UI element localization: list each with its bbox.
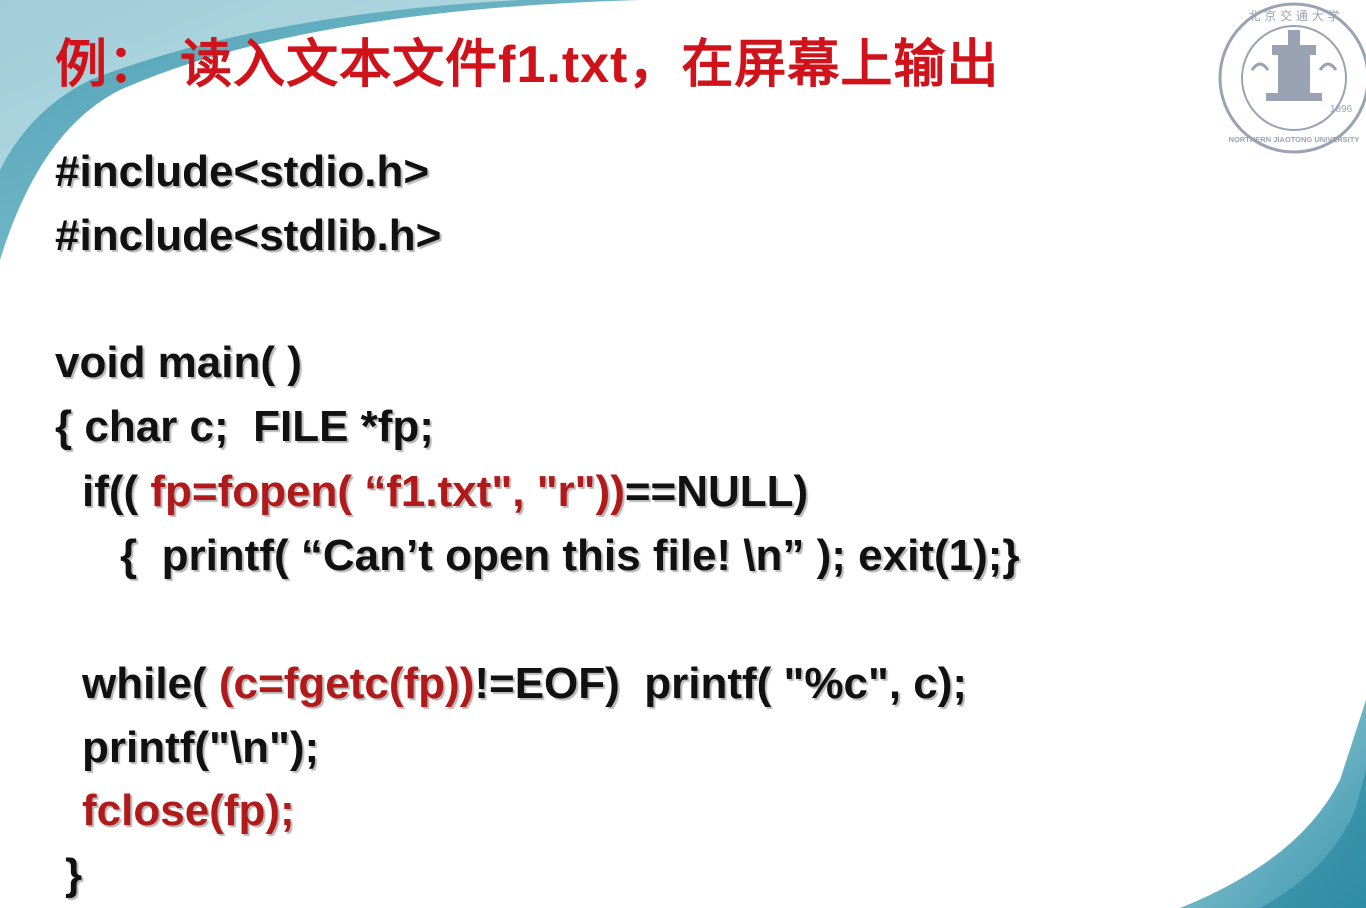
code-line-1: #include<stdio.h> (55, 147, 430, 196)
seal-text-bottom: NORTHERN JIAOTONG UNIVERSITY (1229, 135, 1360, 144)
code-while-open: while( (82, 659, 219, 708)
code-eof-printf: !=EOF) printf( "%c", c); (474, 659, 968, 708)
code-line-2: #include<stdlib.h> (55, 211, 442, 260)
code-line-10: } (65, 850, 83, 899)
slide-title: 例： 读入文本文件f1.txt，在屏幕上输出 (55, 22, 999, 97)
seal-text-top: 北 京 交 通 大 学 (1248, 8, 1339, 23)
title-main: 读入文本文件 (180, 34, 499, 95)
code-if-open: if(( (82, 467, 151, 516)
university-seal-icon: 北 京 交 通 大 学 1896 NORTHERN JIAOTONG UNIVE… (1218, 2, 1366, 154)
code-null-check: ==NULL) (624, 467, 809, 516)
code-fopen-call: fp=fopen( “f1.txt", "r")) (150, 467, 625, 516)
title-suffix: ，在屏幕上输出 (628, 34, 1000, 95)
code-line-7: while( (c=fgetc(fp))!=EOF) printf( "%c",… (82, 662, 967, 706)
code-line-9: fclose(fp); (82, 786, 295, 835)
title-filename: f1.txt (498, 36, 629, 94)
title-prefix: 例： (55, 34, 162, 95)
code-line-5: if(( fp=fopen( “f1.txt", "r"))==NULL) (82, 470, 808, 514)
code-line-4: { char c; FILE *fp; (55, 402, 434, 451)
code-line-6: { printf( “Can’t open this file! \n” ); … (120, 531, 1020, 580)
code-fgetc-call: (c=fgetc(fp)) (218, 659, 475, 708)
code-line-3: void main( ) (55, 338, 302, 387)
code-line-8: printf("\n"); (82, 723, 320, 772)
seal-year: 1896 (1330, 104, 1353, 115)
